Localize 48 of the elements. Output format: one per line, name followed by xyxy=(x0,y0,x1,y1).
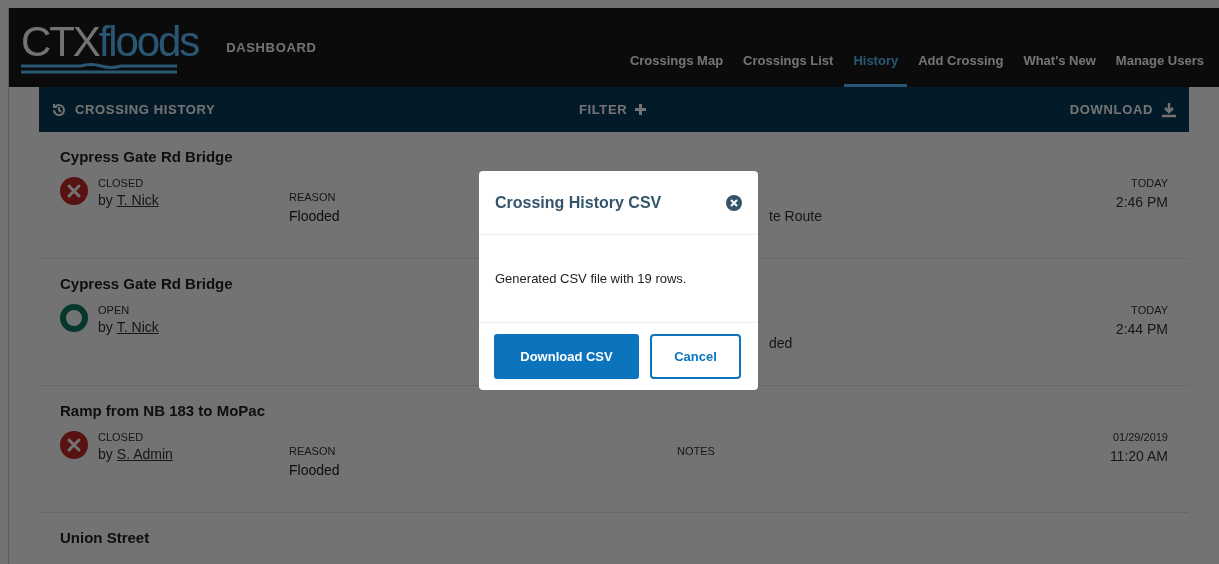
by-label: by xyxy=(98,192,113,210)
reason-label: REASON xyxy=(289,190,336,205)
logo: CTXfloods xyxy=(21,20,199,75)
status-label: CLOSED xyxy=(98,176,144,191)
notes-value: te Route xyxy=(769,207,823,225)
history-icon xyxy=(51,101,67,118)
nav-tab[interactable]: Add Crossing xyxy=(909,50,1013,87)
status-label: OPEN xyxy=(98,303,130,318)
reason-value: Flooded xyxy=(289,208,340,226)
time-value: 2:44 PM xyxy=(1115,321,1168,339)
nav-tab[interactable]: Crossings List xyxy=(734,50,843,87)
wave-icon xyxy=(21,62,177,75)
download-icon xyxy=(1161,101,1177,118)
date-label: TODAY xyxy=(1131,303,1168,318)
crossing-name: Union Street xyxy=(60,528,150,548)
by-label: by xyxy=(98,319,113,337)
crossing-name: Cypress Gate Rd Bridge xyxy=(60,274,233,294)
close-icon[interactable] xyxy=(726,194,742,211)
date-label: TODAY xyxy=(1131,176,1168,191)
reason-value: Flooded xyxy=(289,462,340,480)
status-label: CLOSED xyxy=(98,430,144,445)
user-link[interactable]: S. Admin xyxy=(116,446,173,464)
user-link[interactable]: T. Nick xyxy=(116,192,159,210)
by-label: by xyxy=(98,446,113,464)
nav-tab[interactable]: What's New xyxy=(1014,50,1105,87)
date-label: 01/29/2019 xyxy=(1112,430,1168,445)
notes-label: NOTES xyxy=(677,444,715,459)
crossing-name: Ramp from NB 183 to MoPac xyxy=(60,401,266,421)
closed-x-icon xyxy=(60,430,88,459)
toolbar-title: CROSSING HISTORY xyxy=(75,100,216,119)
modal-title: Crossing History CSV xyxy=(495,192,662,213)
download-csv-button[interactable]: Download CSV xyxy=(494,334,639,379)
time-value: 2:46 PM xyxy=(1115,194,1168,212)
nav-tab[interactable]: Crossings Map xyxy=(620,50,733,87)
reason-label: REASON xyxy=(289,444,336,459)
nav-tab[interactable]: Manage Users xyxy=(1106,50,1213,87)
user-link[interactable]: T. Nick xyxy=(116,319,159,337)
time-value: 11:20 AM xyxy=(1109,448,1168,466)
cancel-button[interactable]: Cancel xyxy=(650,334,741,379)
plus-icon xyxy=(635,104,647,115)
dashboard-label: DASHBOARD xyxy=(226,38,317,57)
crossing-name: Cypress Gate Rd Bridge xyxy=(60,147,233,167)
notes-value: ded xyxy=(769,334,794,352)
filter-button[interactable]: FILTER xyxy=(578,99,647,120)
download-button[interactable]: DOWNLOAD xyxy=(1069,99,1177,120)
modal-message: Generated CSV file with 19 rows. xyxy=(495,269,687,288)
open-ring-icon xyxy=(60,303,88,332)
closed-x-icon xyxy=(60,176,88,205)
